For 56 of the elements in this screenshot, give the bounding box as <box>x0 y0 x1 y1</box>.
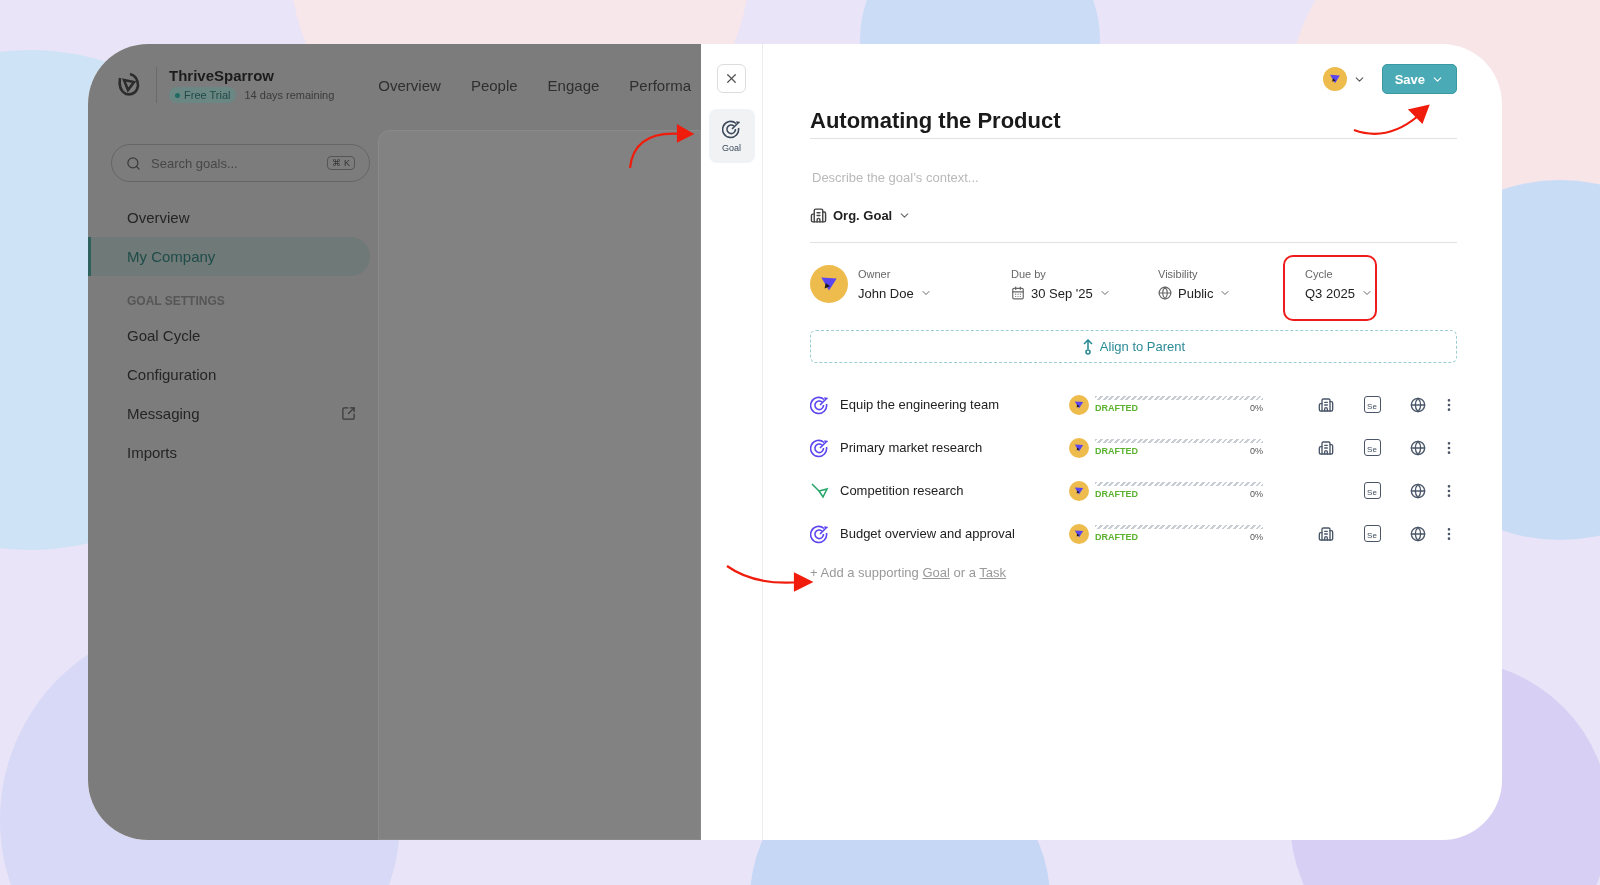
sidebar-item[interactable]: Configuration <box>88 355 370 394</box>
sidebar-item[interactable]: Messaging <box>88 394 370 433</box>
goal-row-title[interactable]: Competition research <box>840 483 1069 498</box>
status-label: DRAFTED <box>1095 403 1138 413</box>
align-button[interactable]: Align to Parent <box>810 330 1457 363</box>
sidebar-item[interactable]: Imports <box>88 433 370 472</box>
field-dropdown[interactable]: Public <box>1158 285 1232 301</box>
status-label: DRAFTED <box>1095 489 1138 499</box>
target-icon <box>810 394 830 415</box>
building-icon[interactable] <box>1318 525 1334 542</box>
due-date-button[interactable]: Se <box>1363 439 1381 456</box>
goal-row-title[interactable]: Equip the engineering team <box>840 397 1069 412</box>
due-date-button[interactable]: Se <box>1363 482 1381 499</box>
sidebar-item[interactable]: Overview <box>88 198 370 237</box>
due-date-button[interactable]: Se <box>1363 396 1381 413</box>
progress-text: 0% <box>1250 532 1263 542</box>
field-dropdown[interactable]: 30 Sep '25 <box>1011 285 1111 301</box>
target-icon <box>810 437 830 458</box>
globe-icon <box>1158 286 1172 300</box>
trial-note: 14 days remaining <box>244 89 335 101</box>
status-label: DRAFTED <box>1095 532 1138 542</box>
field-label: Owner <box>858 267 892 280</box>
globe-icon[interactable] <box>1410 525 1426 542</box>
building-icon <box>810 207 827 224</box>
calendar-icon <box>1011 286 1025 300</box>
progress-text: 0% <box>1250 489 1263 499</box>
globe-icon[interactable] <box>1410 439 1426 456</box>
arrow-annotation <box>626 122 696 170</box>
field-dropdown[interactable]: John Doe <box>858 285 932 301</box>
progress-text: 0% <box>1250 446 1263 456</box>
field-label: Cycle <box>1305 267 1334 280</box>
goal-type-dropdown[interactable]: Org. Goal <box>810 207 912 224</box>
target-icon <box>810 523 830 544</box>
trial-badge: Free Trial <box>169 87 237 103</box>
building-icon[interactable] <box>1318 396 1334 413</box>
field-label: Visibility <box>1158 267 1199 280</box>
status-label: DRAFTED <box>1095 446 1138 456</box>
target-icon <box>721 119 742 139</box>
close-icon <box>724 71 739 86</box>
due-date-button[interactable]: Se <box>1363 525 1381 542</box>
align-up-icon <box>1081 338 1094 355</box>
field-dropdown[interactable]: Q3 2025 <box>1305 285 1373 301</box>
goal-tab[interactable]: Goal <box>708 109 755 163</box>
owner-menu-button[interactable] <box>1322 67 1366 91</box>
field-label: Due by <box>1011 267 1047 280</box>
shortcut-key: ⌘ K <box>327 156 355 170</box>
close-button[interactable] <box>717 64 746 93</box>
progress-text: 0% <box>1250 403 1263 413</box>
goal-row-title[interactable]: Primary market research <box>840 440 1069 455</box>
sidebar-item[interactable]: Goal Cycle <box>88 316 370 355</box>
globe-icon[interactable] <box>1410 482 1426 499</box>
globe-icon[interactable] <box>1410 396 1426 413</box>
building-icon[interactable] <box>1318 439 1334 456</box>
goal-row-title[interactable]: Budget overview and approval <box>840 526 1069 541</box>
search-icon <box>126 155 141 171</box>
brand-name: ThriveSparrow <box>169 67 276 84</box>
